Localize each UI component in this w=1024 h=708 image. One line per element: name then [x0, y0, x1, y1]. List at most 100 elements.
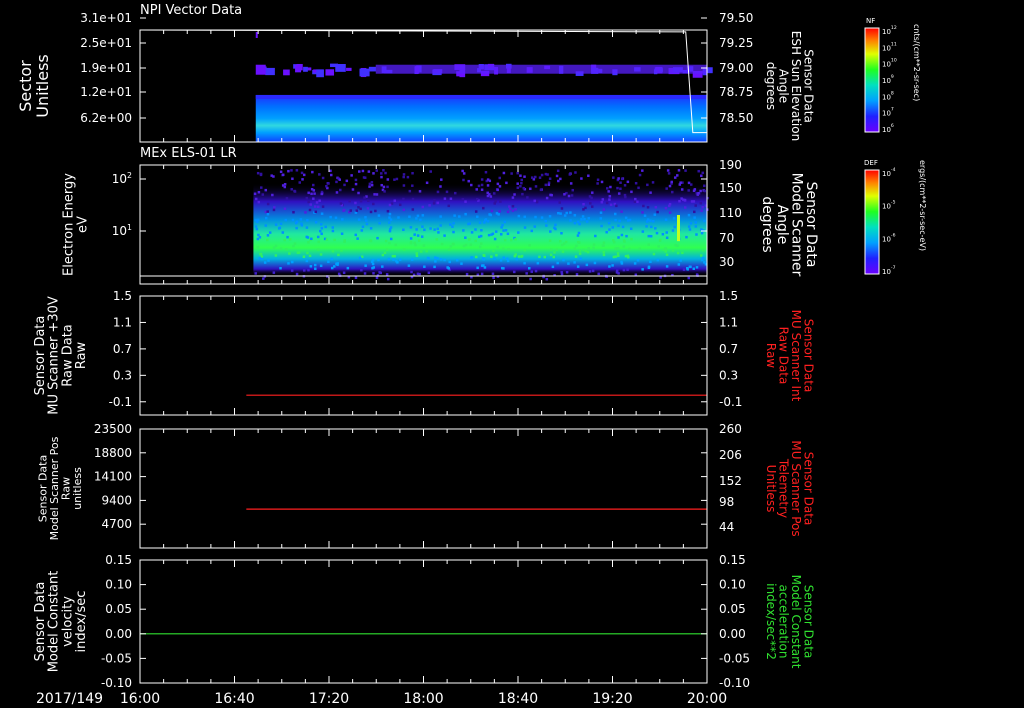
spectrogram-cell [617, 224, 620, 227]
spectrogram-cell [320, 226, 324, 230]
heatmap-band [255, 94, 707, 142]
spectrogram-cell [571, 188, 575, 192]
right-tick-label: 0.00 [719, 627, 746, 641]
spectrogram-cell [355, 209, 359, 212]
spectrogram-cell [264, 224, 268, 227]
spectrogram-cell [302, 269, 306, 272]
spectrogram-cell [315, 201, 319, 204]
spectrogram-cell [517, 231, 520, 234]
spectrogram-cell [306, 236, 310, 239]
spectrogram-cell [616, 252, 620, 255]
spectrogram-cell [637, 186, 640, 190]
spectrogram-cell [686, 268, 689, 271]
spectrogram-cell [398, 203, 402, 207]
spectrogram-cell [281, 231, 285, 234]
spectrogram-cell [439, 185, 442, 188]
spectrogram-cell [647, 266, 651, 270]
spectrogram-cell [520, 178, 524, 182]
spectrogram-cell [693, 188, 697, 191]
spectrogram-cell [510, 172, 513, 175]
spectrogram-cell [703, 219, 706, 223]
spectrogram-cell [380, 183, 383, 187]
spectrogram-cell [366, 207, 370, 210]
spectrogram-cell [254, 272, 257, 275]
spectrogram-cell [550, 248, 553, 251]
heatmap-cell [368, 66, 376, 72]
spectrogram-cell [295, 272, 299, 276]
spectrogram-cell [263, 261, 267, 264]
spectrogram-cell [633, 262, 637, 265]
spectrogram-cell [432, 202, 436, 205]
spectrogram-cell [339, 188, 342, 192]
spectrogram-cell [447, 204, 451, 208]
tick-exponent: 2 [127, 171, 132, 180]
spectrogram-cell [314, 205, 317, 208]
spectrogram-cell [659, 276, 662, 279]
spectrogram-cell [415, 217, 418, 220]
spectrogram-cell [316, 235, 320, 239]
spectrogram-cell [369, 239, 373, 243]
spectrogram-cell [460, 262, 463, 265]
spectrogram-cell [695, 273, 699, 276]
spectrogram-cell [351, 188, 355, 191]
spectrogram-cell [259, 252, 263, 256]
spectrogram-cell [262, 277, 265, 280]
spectrogram-cell [608, 198, 611, 201]
spectrogram-cell [523, 226, 527, 229]
spectrogram-cell [402, 228, 405, 231]
spectrogram-cell [325, 238, 329, 241]
spectrogram-cell [552, 255, 556, 259]
colorbar-def-ticks: 10-4 10-5 10-6 10-7 [882, 167, 896, 276]
spectrogram-cell [427, 271, 431, 275]
spectrogram-cell [617, 272, 620, 275]
spectrogram-cell [621, 225, 625, 229]
y-axis-label: Sensor DataModel Constantvelocityindex/s… [33, 571, 89, 673]
spectrogram-cell [421, 225, 424, 228]
spectrogram-cell [562, 258, 565, 262]
spectrogram-cell [616, 247, 620, 250]
y-axis-label-line: Unitless [33, 54, 52, 118]
y-tick-label: 18800 [94, 446, 132, 460]
spectrogram-cell [452, 222, 455, 225]
spectrogram-cell [362, 176, 366, 179]
spectrogram-cell [517, 255, 521, 258]
spectrogram-cell [676, 251, 680, 255]
spectrogram-cell [491, 272, 495, 276]
spectrogram-cell [679, 259, 682, 262]
spectrogram-cell [654, 227, 657, 230]
right-axis-label: Sensor DataMU Scanner IntRaw DataRaw [764, 310, 816, 402]
spectrogram-cell [468, 238, 471, 241]
spectrogram-cell [615, 269, 619, 273]
spectrogram-cell [602, 253, 606, 257]
spectrogram-cell [570, 194, 574, 197]
spectrogram-cell [354, 276, 358, 280]
spectrogram-cell [641, 211, 644, 214]
right-tick-label: 78.75 [719, 85, 753, 99]
spectrogram-cell [325, 184, 328, 188]
spectrogram-cell [545, 196, 549, 200]
spectrogram-cell [274, 254, 278, 257]
spectrogram-cell [661, 232, 665, 236]
spectrogram-cell [650, 225, 653, 229]
panels: 3.1e+01 2.5e+01 1.9e+01 1.2e+01 6.2e+00 79.50… [16, 11, 819, 690]
spectrogram-cell [557, 179, 560, 183]
y-tick-label: -0.05 [101, 651, 132, 665]
spectrogram-cell [257, 200, 261, 204]
spectrogram-cell [601, 198, 605, 201]
right-tick-label: 70 [719, 231, 734, 245]
spectrogram-cell [452, 242, 455, 246]
spectrogram-cell [493, 192, 496, 195]
spectrogram-cell [369, 227, 373, 230]
spectrogram-cell [439, 258, 443, 261]
spectrogram-cell [364, 264, 367, 267]
spectrogram-cell [579, 257, 582, 260]
spectrogram-cell [420, 235, 424, 238]
spectrogram-cell [360, 229, 364, 232]
spectrogram-cell [386, 178, 390, 181]
spectrogram-cell [487, 233, 491, 237]
spectrogram-cell [358, 256, 362, 260]
right-tick-label: 152 [719, 474, 742, 488]
spectrogram-cell [264, 216, 268, 220]
spectrogram-cell [511, 196, 515, 199]
spectrogram-cell [264, 188, 268, 192]
